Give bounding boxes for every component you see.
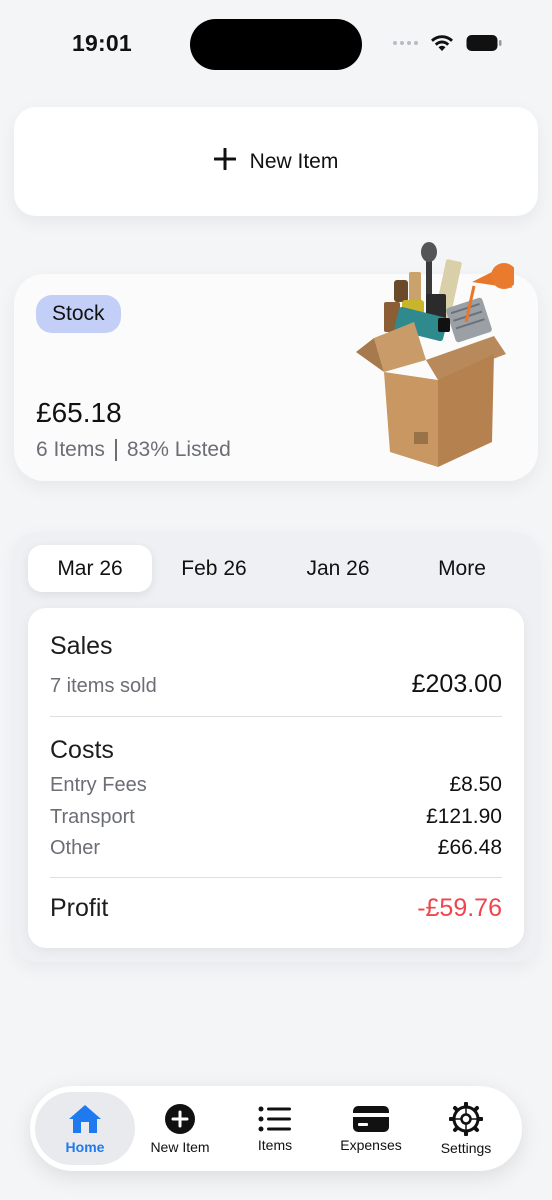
stock-meta-divider — [114, 439, 117, 461]
cost-value: £66.48 — [437, 836, 502, 859]
stock-meta: 6 Items 83% Listed — [36, 438, 231, 462]
profit-label: Profit — [50, 894, 109, 922]
stock-box-illustration — [356, 242, 514, 467]
tab-label: Settings — [440, 1139, 492, 1156]
cost-row-entry-fees: Entry Fees £8.50 — [50, 773, 502, 797]
wifi-icon — [431, 35, 453, 51]
cost-label: Transport — [50, 806, 135, 828]
cellular-signal-icon — [393, 41, 418, 45]
tab-label: Home — [65, 1138, 105, 1155]
cost-value: £121.90 — [426, 805, 502, 828]
period-summary-card: Mar 26 Feb 26 Jan 26 More Sales 7 items … — [14, 532, 538, 962]
tab-new-item[interactable]: New Item — [130, 1092, 230, 1165]
home-icon — [69, 1104, 101, 1133]
tab-feb-26[interactable]: Feb 26 — [152, 545, 276, 592]
cost-label: Other — [50, 837, 101, 859]
sales-title: Sales — [50, 632, 113, 660]
cost-label: Entry Fees — [50, 774, 147, 796]
tab-jan-26[interactable]: Jan 26 — [276, 545, 400, 592]
home-screen: 19:01 New Item Stock £65.18 6 Items 83% … — [0, 0, 552, 1200]
tab-items[interactable]: Items — [225, 1092, 325, 1165]
list-icon — [258, 1106, 291, 1131]
gear-icon — [449, 1101, 483, 1136]
plus-circle-icon — [165, 1103, 195, 1134]
tab-label: Expenses — [340, 1136, 402, 1153]
plus-icon — [213, 146, 237, 176]
cost-row-transport: Transport £121.90 — [50, 805, 502, 829]
card-icon — [353, 1105, 389, 1132]
tab-more[interactable]: More — [400, 545, 524, 592]
stock-card[interactable]: Stock £65.18 6 Items 83% Listed — [14, 242, 538, 481]
dynamic-island — [190, 19, 362, 70]
profit-row: Profit -£59.76 — [50, 894, 502, 923]
cost-value: £8.50 — [449, 773, 502, 796]
stock-badge: Stock — [36, 295, 121, 333]
stock-value: £65.18 — [36, 397, 122, 428]
stock-item-count: 6 Items — [36, 438, 105, 461]
tab-mar-26[interactable]: Mar 26 — [28, 545, 152, 592]
tab-expenses[interactable]: Expenses — [321, 1092, 421, 1165]
new-item-button[interactable]: New Item — [14, 107, 538, 216]
bottom-tab-bar: Home New Item Items Expenses Settings — [30, 1086, 522, 1171]
period-tabs: Mar 26 Feb 26 Jan 26 More — [28, 545, 524, 592]
stock-listed-percent: 83% Listed — [126, 438, 231, 461]
tab-label: New Item — [150, 1138, 210, 1155]
divider — [50, 877, 502, 878]
profit-value: -£59.76 — [417, 894, 502, 922]
status-indicators — [393, 34, 502, 52]
sales-total: £203.00 — [411, 670, 502, 698]
new-item-label: New Item — [249, 149, 339, 173]
sales-row: 7 items sold £203.00 — [50, 670, 502, 699]
cost-row-other: Other £66.48 — [50, 836, 502, 860]
costs-title: Costs — [50, 736, 114, 764]
status-time: 19:01 — [72, 30, 132, 56]
summary-panel: Sales 7 items sold £203.00 Costs Entry F… — [28, 608, 524, 948]
battery-icon — [466, 35, 502, 51]
divider — [50, 716, 502, 717]
tab-label: Items — [257, 1136, 293, 1153]
tab-home[interactable]: Home — [35, 1092, 135, 1165]
sales-count: 7 items sold — [50, 675, 157, 697]
tab-settings[interactable]: Settings — [416, 1092, 516, 1165]
